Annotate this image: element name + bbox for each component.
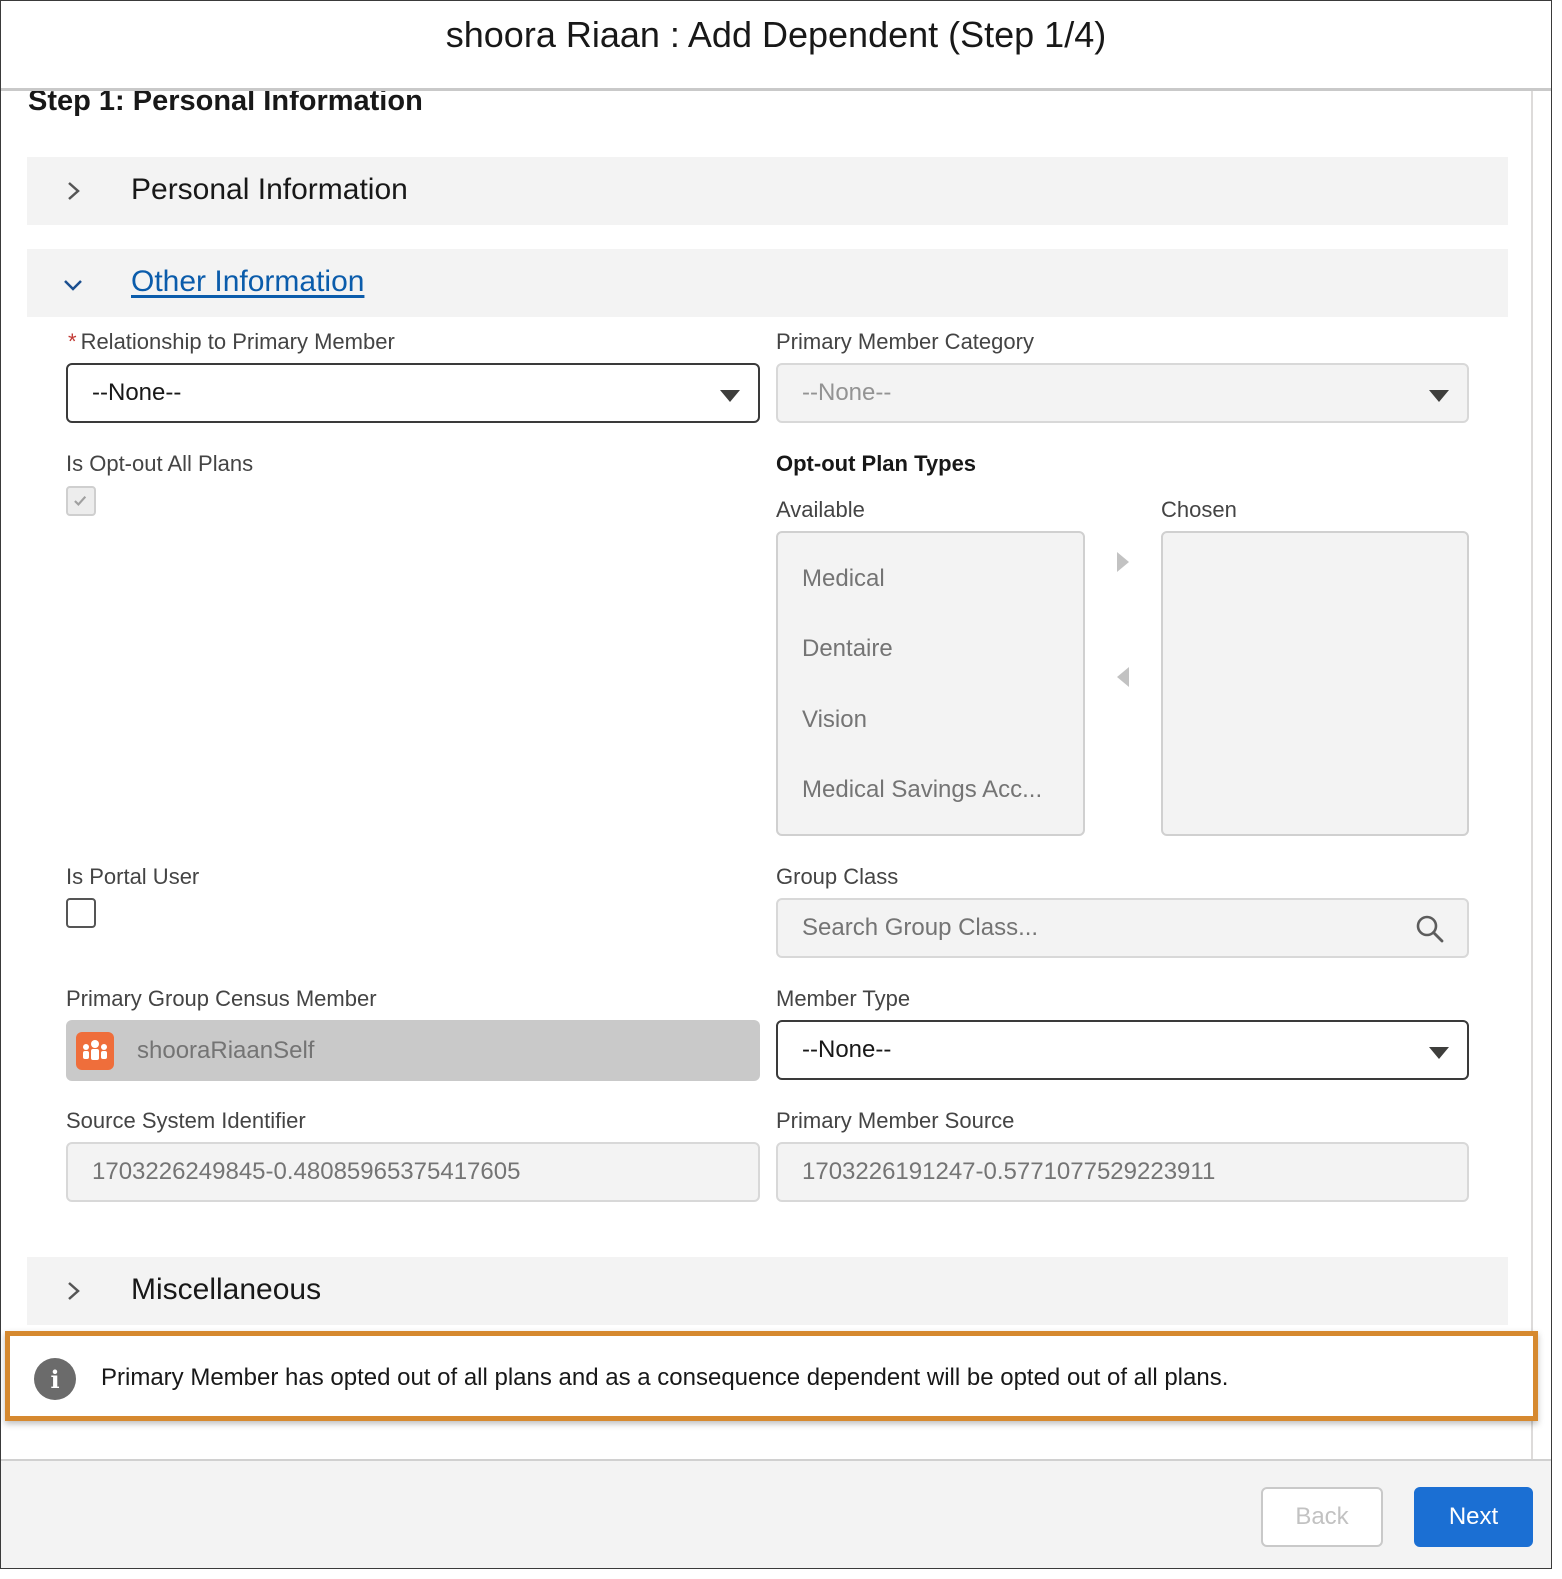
- member-type-select[interactable]: --None--: [776, 1020, 1469, 1080]
- next-button[interactable]: Next: [1414, 1487, 1533, 1547]
- chevron-down-icon: [64, 280, 82, 291]
- portal-user-label: Is Portal User: [66, 864, 200, 889]
- primary-member-category-label: Primary Member Category: [776, 329, 1034, 354]
- member-type-label: Member Type: [776, 986, 911, 1011]
- chevron-right-icon: [68, 1282, 80, 1300]
- group-members-icon: [76, 1032, 114, 1070]
- primary-member-source-label: Primary Member Source: [776, 1108, 1015, 1133]
- primary-member-source-field: 1703226191247-0.5771077529223911: [776, 1142, 1469, 1202]
- info-icon: i: [34, 1358, 76, 1400]
- chevron-down-icon: [720, 390, 740, 402]
- opt-out-notice: i Primary Member has opted out of all pl…: [5, 1331, 1538, 1421]
- chevron-right-icon: [68, 182, 80, 200]
- group-class-label: Group Class: [776, 864, 899, 889]
- opt-out-all-plans-checkbox: [66, 486, 96, 516]
- available-listbox[interactable]: Medical Dentaire Vision Medical Savings …: [776, 531, 1085, 836]
- source-system-identifier-value: 1703226249845-0.48085965375417605: [92, 1158, 521, 1185]
- section-other-information[interactable]: Other Information: [27, 249, 1508, 317]
- relationship-value: --None--: [92, 379, 182, 406]
- modal-header: shoora Riaan : Add Dependent (Step 1/4): [1, 1, 1551, 91]
- relationship-label: * Relationship to Primary Member: [68, 329, 395, 355]
- section-personal-information[interactable]: Personal Information: [27, 157, 1508, 225]
- chosen-listbox[interactable]: [1161, 531, 1469, 836]
- group-class-placeholder: Search Group Class...: [802, 914, 1039, 941]
- list-item[interactable]: Medical Savings Acc...: [802, 776, 1042, 804]
- census-member-pill: shooraRiaanSelf: [66, 1020, 760, 1081]
- modal-body[interactable]: Step 1: Personal Information Personal In…: [1, 91, 1533, 1459]
- chevron-down-icon: [1429, 390, 1449, 402]
- primary-member-category-value: --None--: [802, 379, 892, 406]
- opt-out-all-plans-label: Is Opt-out All Plans: [66, 451, 254, 476]
- census-member-value: shooraRiaanSelf: [137, 1037, 315, 1064]
- relationship-label-text: Relationship to Primary Member: [80, 329, 395, 354]
- modal-window: shoora Riaan : Add Dependent (Step 1/4) …: [0, 0, 1552, 1569]
- source-system-identifier-field: 1703226249845-0.48085965375417605: [66, 1142, 760, 1202]
- relationship-select[interactable]: --None--: [66, 363, 760, 423]
- notice-text: Primary Member has opted out of all plan…: [101, 1364, 1229, 1391]
- modal-footer: Back Next: [1, 1459, 1551, 1568]
- section-miscellaneous[interactable]: Miscellaneous: [27, 1257, 1508, 1325]
- primary-member-category-select: --None--: [776, 363, 1469, 423]
- section-label[interactable]: Other Information: [131, 265, 364, 299]
- section-label: Miscellaneous: [131, 1273, 322, 1306]
- list-item[interactable]: Vision: [802, 706, 867, 734]
- chosen-list-label: Chosen: [1161, 497, 1237, 522]
- opt-out-plan-types-label: Opt-out Plan Types: [776, 451, 977, 476]
- back-button[interactable]: Back: [1261, 1487, 1383, 1547]
- section-label: Personal Information: [131, 173, 408, 206]
- step-title: Step 1: Personal Information: [28, 91, 423, 117]
- list-item[interactable]: Medical: [802, 565, 885, 593]
- source-system-identifier-label: Source System Identifier: [66, 1108, 306, 1133]
- list-item[interactable]: Dentaire: [802, 635, 893, 663]
- required-mark: *: [68, 329, 77, 354]
- checkmark-icon: [74, 495, 87, 507]
- census-member-label: Primary Group Census Member: [66, 986, 377, 1011]
- group-class-search-input[interactable]: Search Group Class...: [776, 898, 1469, 958]
- member-type-value: --None--: [802, 1036, 892, 1063]
- portal-user-checkbox[interactable]: [66, 898, 96, 928]
- move-to-chosen-button[interactable]: [1117, 552, 1129, 572]
- available-list-label: Available: [776, 497, 865, 522]
- chevron-down-icon: [1429, 1047, 1449, 1059]
- move-to-available-button[interactable]: [1117, 667, 1129, 687]
- modal-title: shoora Riaan : Add Dependent (Step 1/4): [445, 13, 1107, 55]
- search-icon: [1416, 915, 1444, 943]
- primary-member-source-value: 1703226191247-0.5771077529223911: [802, 1158, 1216, 1185]
